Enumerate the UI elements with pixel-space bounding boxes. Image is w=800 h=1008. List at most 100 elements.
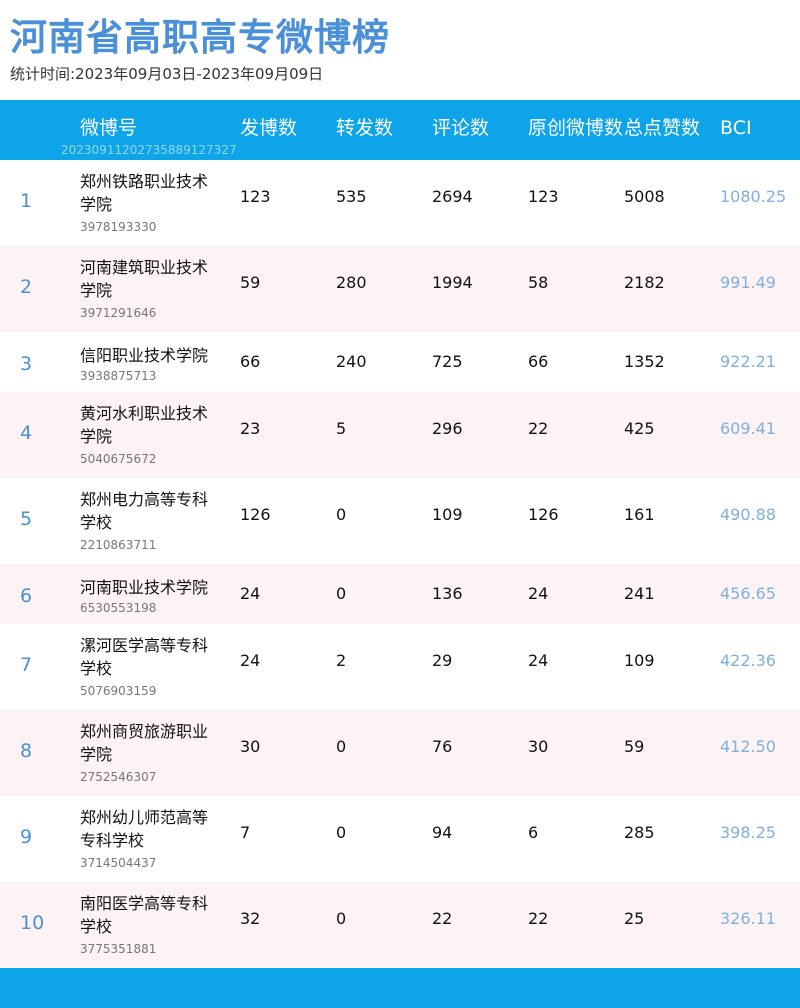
- account-name: 郑州商贸旅游职业学院: [80, 722, 209, 764]
- table-row: 2 河南建筑职业技术学院 3971291646 59 280 1994 58 2…: [0, 246, 800, 332]
- header-original: 原创微博数: [528, 117, 624, 139]
- rank: 5: [20, 508, 33, 530]
- reposts-count: 5: [336, 419, 347, 438]
- comments-count: 296: [432, 419, 463, 438]
- account-id: 2752546307: [80, 770, 157, 784]
- stats-period: 统计时间:2023年09月03日-2023年09月09日: [10, 65, 324, 83]
- original-count: 24: [528, 651, 549, 670]
- account-id: 5076903159: [80, 684, 157, 698]
- likes-count: 425: [624, 419, 655, 438]
- posts-count: 59: [240, 273, 261, 292]
- reposts-count: 0: [336, 909, 347, 928]
- table-row: 1 郑州铁路职业技术学院 3978193330 123 535 2694 123…: [0, 160, 800, 246]
- account-id: 2210863711: [80, 538, 157, 552]
- account-cell: 南阳医学高等专科学校 3775351881: [80, 892, 220, 957]
- bci-score: 422.36: [720, 651, 776, 670]
- posts-count: 30: [240, 737, 261, 756]
- bci-score: 326.11: [720, 909, 776, 928]
- reposts-count: 0: [336, 823, 347, 842]
- account-name: 郑州电力高等专科学校: [80, 490, 209, 532]
- account-cell: 郑州铁路职业技术学院 3978193330: [80, 170, 220, 235]
- reposts-count: 0: [336, 737, 347, 756]
- rank: 4: [20, 422, 33, 444]
- watermark-id: 20230911202735889127327: [61, 143, 237, 157]
- posts-count: 32: [240, 909, 261, 928]
- posts-count: 123: [240, 187, 271, 206]
- original-count: 22: [528, 909, 549, 928]
- header-reposts: 转发数: [336, 117, 394, 139]
- likes-count: 1352: [624, 352, 665, 371]
- original-count: 30: [528, 737, 549, 756]
- bci-score: 991.49: [720, 273, 776, 292]
- posts-count: 66: [240, 352, 261, 371]
- ranking-table: 1 郑州铁路职业技术学院 3978193330 123 535 2694 123…: [0, 160, 800, 968]
- rank: 6: [20, 585, 33, 607]
- account-id: 6530553198: [80, 601, 157, 615]
- rank: 10: [20, 912, 45, 934]
- header-bci: BCI: [720, 117, 752, 139]
- header-comments: 评论数: [432, 117, 490, 139]
- table-row: 10 南阳医学高等专科学校 3775351881 32 0 22 22 25 3…: [0, 882, 800, 968]
- bci-score: 609.41: [720, 419, 776, 438]
- account-name: 漯河医学高等专科学校: [80, 636, 209, 678]
- reposts-count: 240: [336, 352, 367, 371]
- table-row: 3 信阳职业技术学院 3938875713 66 240 725 66 1352…: [0, 332, 800, 392]
- posts-count: 24: [240, 651, 261, 670]
- comments-count: 136: [432, 584, 463, 603]
- comments-count: 94: [432, 823, 453, 842]
- original-count: 58: [528, 273, 549, 292]
- header-likes: 总点赞数: [624, 117, 701, 139]
- account-id: 3971291646: [80, 306, 157, 320]
- rank: 8: [20, 740, 33, 762]
- account-cell: 漯河医学高等专科学校 5076903159: [80, 634, 220, 699]
- comments-count: 76: [432, 737, 453, 756]
- reposts-count: 535: [336, 187, 367, 206]
- table-row: 9 郑州幼儿师范高等专科学校 3714504437 7 0 94 6 285 3…: [0, 796, 800, 882]
- account-name: 郑州铁路职业技术学院: [80, 172, 209, 214]
- posts-count: 23: [240, 419, 261, 438]
- account-name: 黄河水利职业技术学院: [80, 404, 209, 446]
- table-row: 6 河南职业技术学院 6530553198 24 0 136 24 241 45…: [0, 564, 800, 624]
- likes-count: 59: [624, 737, 645, 756]
- account-id: 5040675672: [80, 452, 157, 466]
- table-row: 8 郑州商贸旅游职业学院 2752546307 30 0 76 30 59 41…: [0, 710, 800, 796]
- original-count: 126: [528, 505, 559, 524]
- reposts-count: 2: [336, 651, 347, 670]
- table-row: 4 黄河水利职业技术学院 5040675672 23 5 296 22 425 …: [0, 392, 800, 478]
- posts-count: 7: [240, 823, 251, 842]
- comments-count: 2694: [432, 187, 473, 206]
- comments-count: 29: [432, 651, 453, 670]
- reposts-count: 0: [336, 505, 347, 524]
- bci-score: 490.88: [720, 505, 776, 524]
- page-title: 河南省高职高专微博榜: [10, 16, 390, 59]
- rank: 7: [20, 654, 33, 676]
- account-cell: 信阳职业技术学院 3938875713: [80, 344, 260, 384]
- bci-score: 398.25: [720, 823, 776, 842]
- account-cell: 郑州电力高等专科学校 2210863711: [80, 488, 220, 553]
- posts-count: 24: [240, 584, 261, 603]
- table-row: 5 郑州电力高等专科学校 2210863711 126 0 109 126 16…: [0, 478, 800, 564]
- header-posts: 发博数: [240, 117, 298, 139]
- likes-count: 285: [624, 823, 655, 842]
- original-count: 66: [528, 352, 549, 371]
- likes-count: 161: [624, 505, 655, 524]
- footer-bar: [0, 968, 800, 1008]
- account-id: 3978193330: [80, 220, 157, 234]
- table-header: 微博号 发博数 转发数 评论数 原创微博数 总点赞数 BCI 202309112…: [0, 100, 800, 160]
- reposts-count: 0: [336, 584, 347, 603]
- account-id: 3714504437: [80, 856, 157, 870]
- account-cell: 郑州幼儿师范高等专科学校 3714504437: [80, 806, 220, 871]
- likes-count: 241: [624, 584, 655, 603]
- account-cell: 郑州商贸旅游职业学院 2752546307: [80, 720, 220, 785]
- likes-count: 109: [624, 651, 655, 670]
- comments-count: 22: [432, 909, 453, 928]
- bci-score: 456.65: [720, 584, 776, 603]
- account-id: 3938875713: [80, 369, 157, 383]
- likes-count: 25: [624, 909, 645, 928]
- comments-count: 725: [432, 352, 463, 371]
- rank: 1: [20, 190, 33, 212]
- header-account: 微博号: [80, 117, 138, 139]
- account-name: 河南建筑职业技术学院: [80, 258, 209, 300]
- original-count: 123: [528, 187, 559, 206]
- rank: 9: [20, 826, 33, 848]
